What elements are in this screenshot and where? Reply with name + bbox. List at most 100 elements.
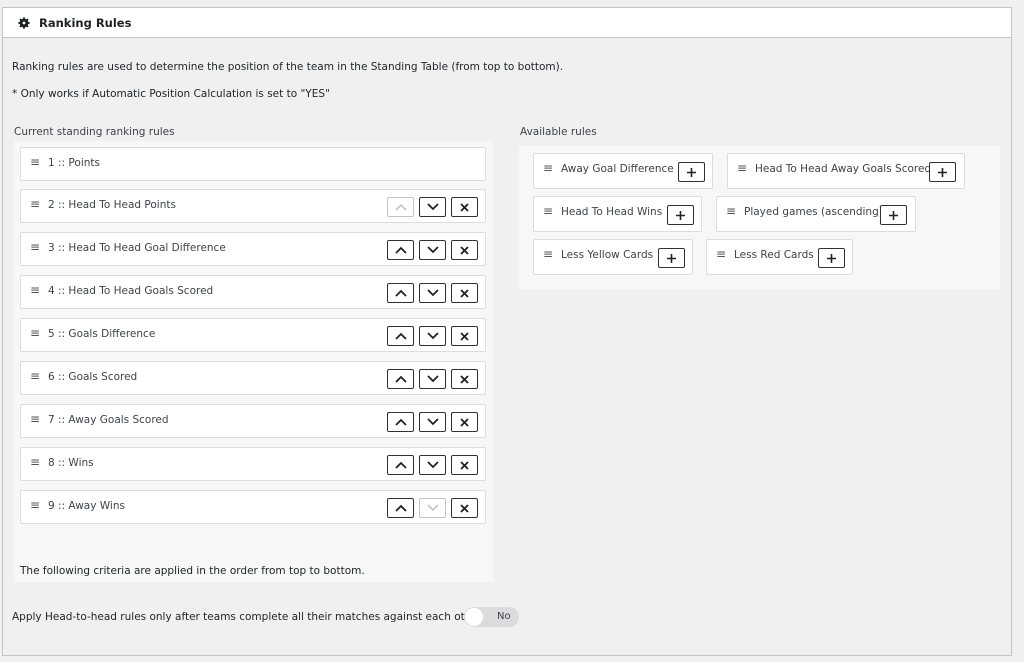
rule-row[interactable]: ≡ 1 :: Points [20, 147, 486, 181]
available-rule-item[interactable]: ≡ Head To Head Wins [533, 196, 702, 232]
rule-label: 6 :: Goals Scored [48, 371, 138, 383]
close-icon [460, 331, 469, 341]
move-up-button[interactable] [387, 326, 414, 346]
chevron-down-icon [426, 504, 439, 512]
chevron-up-icon [394, 375, 407, 383]
add-rule-button[interactable] [658, 248, 685, 268]
description-line-2: * Only works if Automatic Position Calcu… [12, 88, 330, 100]
close-icon [460, 202, 469, 212]
available-rules-heading: Available rules [520, 126, 597, 138]
close-icon [460, 460, 469, 470]
available-rule-item[interactable]: ≡ Head To Head Away Goals Scored [727, 153, 965, 189]
rule-row[interactable]: ≡ 7 :: Away Goals Scored [20, 404, 486, 438]
panel-header: Ranking Rules [3, 8, 1011, 38]
plus-icon [827, 253, 836, 263]
available-rule-item[interactable]: ≡ Away Goal Difference [533, 153, 713, 189]
plus-icon [889, 210, 898, 220]
move-up-button[interactable] [387, 240, 414, 260]
remove-rule-button[interactable] [451, 498, 478, 518]
chevron-up-icon [394, 203, 407, 211]
rule-row[interactable]: ≡ 3 :: Head To Head Goal Difference [20, 232, 486, 266]
available-rule-item[interactable]: ≡ Less Yellow Cards [533, 239, 693, 275]
rule-row[interactable]: ≡ 2 :: Head To Head Points [20, 189, 486, 223]
move-down-button[interactable] [419, 369, 446, 389]
drag-handle-icon[interactable]: ≡ [543, 161, 553, 175]
plus-icon [687, 167, 696, 177]
description-line-1: Ranking rules are used to determine the … [12, 61, 564, 73]
remove-rule-button[interactable] [451, 455, 478, 475]
plus-icon [938, 167, 947, 177]
rule-label: Played games (ascending) [744, 206, 883, 218]
drag-handle-icon[interactable]: ≡ [30, 326, 40, 340]
close-icon [460, 288, 469, 298]
rule-row[interactable]: ≡ 9 :: Away Wins [20, 490, 486, 524]
chevron-down-icon [426, 461, 439, 469]
rule-label: Less Red Cards [734, 249, 814, 261]
drag-handle-icon[interactable]: ≡ [726, 204, 736, 218]
head-to-head-label: Apply Head-to-head rules only after team… [12, 611, 483, 623]
remove-rule-button[interactable] [451, 369, 478, 389]
head-to-head-toggle[interactable]: No [464, 607, 519, 627]
drag-handle-icon[interactable]: ≡ [716, 247, 726, 261]
rule-row[interactable]: ≡ 5 :: Goals Difference [20, 318, 486, 352]
drag-handle-icon[interactable]: ≡ [30, 455, 40, 469]
drag-handle-icon[interactable]: ≡ [30, 240, 40, 254]
rule-label: 9 :: Away Wins [48, 500, 125, 512]
chevron-down-icon [426, 418, 439, 426]
move-down-button[interactable] [419, 326, 446, 346]
drag-handle-icon[interactable]: ≡ [737, 161, 747, 175]
drag-handle-icon[interactable]: ≡ [543, 247, 553, 261]
move-down-button[interactable] [419, 240, 446, 260]
move-down-button[interactable] [419, 455, 446, 475]
move-up-button[interactable] [387, 455, 414, 475]
rule-row[interactable]: ≡ 6 :: Goals Scored [20, 361, 486, 395]
remove-rule-button[interactable] [451, 197, 478, 217]
chevron-up-icon [394, 246, 407, 254]
drag-handle-icon[interactable]: ≡ [30, 155, 40, 169]
chevron-up-icon [394, 332, 407, 340]
rule-label: 8 :: Wins [48, 457, 94, 469]
plus-icon [667, 253, 676, 263]
move-up-button[interactable] [387, 498, 414, 518]
gear-icon [18, 16, 30, 29]
remove-rule-button[interactable] [451, 240, 478, 260]
move-up-button[interactable] [387, 369, 414, 389]
close-icon [460, 245, 469, 255]
rule-label: 7 :: Away Goals Scored [48, 414, 169, 426]
available-rule-item[interactable]: ≡ Less Red Cards [706, 239, 853, 275]
move-down-button[interactable] [419, 412, 446, 432]
drag-handle-icon[interactable]: ≡ [30, 369, 40, 383]
add-rule-button[interactable] [818, 248, 845, 268]
add-rule-button[interactable] [929, 162, 956, 182]
move-up-button[interactable] [387, 412, 414, 432]
drag-handle-icon[interactable]: ≡ [30, 412, 40, 426]
drag-handle-icon[interactable]: ≡ [30, 283, 40, 297]
drag-handle-icon[interactable]: ≡ [543, 204, 553, 218]
add-rule-button[interactable] [667, 205, 694, 225]
chevron-down-icon [426, 375, 439, 383]
move-down-button[interactable] [419, 197, 446, 217]
close-icon [460, 503, 469, 513]
move-down-button[interactable] [419, 283, 446, 303]
rule-label: Head To Head Away Goals Scored [755, 163, 932, 175]
chevron-down-icon [426, 289, 439, 297]
order-note: The following criteria are applied in th… [20, 565, 365, 577]
remove-rule-button[interactable] [451, 326, 478, 346]
toggle-knob [465, 608, 483, 626]
chevron-down-icon [426, 332, 439, 340]
drag-handle-icon[interactable]: ≡ [30, 197, 40, 211]
rule-row[interactable]: ≡ 8 :: Wins [20, 447, 486, 481]
remove-rule-button[interactable] [451, 283, 478, 303]
add-rule-button[interactable] [678, 162, 705, 182]
rule-label: 2 :: Head To Head Points [48, 199, 176, 211]
add-rule-button[interactable] [880, 205, 907, 225]
rule-row[interactable]: ≡ 4 :: Head To Head Goals Scored [20, 275, 486, 309]
move-up-button[interactable] [387, 283, 414, 303]
move-down-button [419, 498, 446, 518]
plus-icon [676, 210, 685, 220]
remove-rule-button[interactable] [451, 412, 478, 432]
rule-label: Head To Head Wins [561, 206, 663, 218]
rule-label: Less Yellow Cards [561, 249, 654, 261]
drag-handle-icon[interactable]: ≡ [30, 498, 40, 512]
available-rule-item[interactable]: ≡ Played games (ascending) [716, 196, 916, 232]
